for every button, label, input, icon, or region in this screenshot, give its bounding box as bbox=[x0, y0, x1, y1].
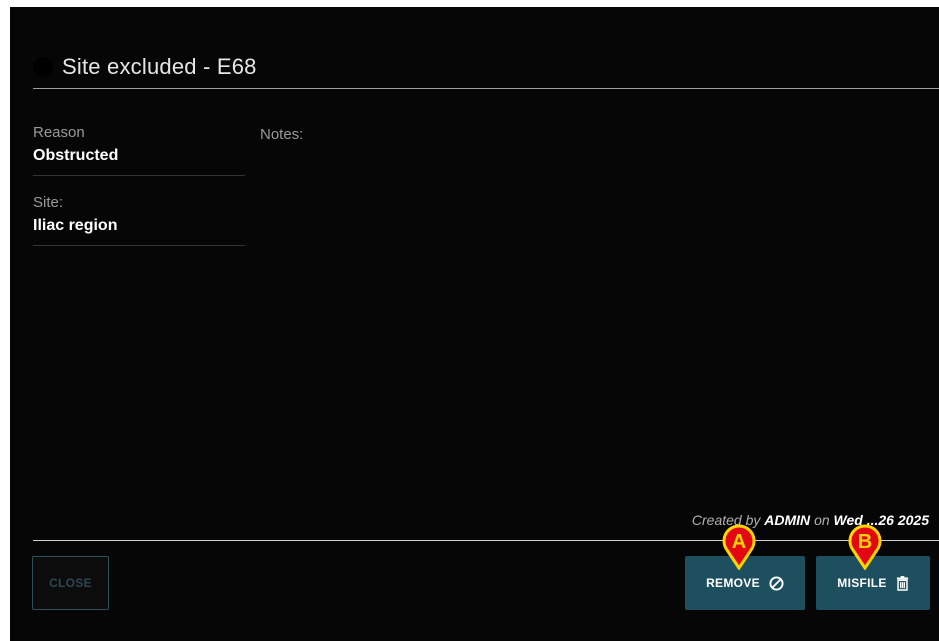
close-button[interactable]: CLOSE bbox=[32, 556, 109, 610]
dialog-header: Site excluded - E68 bbox=[33, 47, 939, 87]
footer-divider bbox=[33, 540, 939, 541]
marker-a-map-pin-icon: A bbox=[722, 524, 756, 570]
marker-a-label: A bbox=[732, 531, 746, 553]
site-excluded-dialog: Site excluded - E68 Reason Obstructed Si… bbox=[10, 7, 939, 641]
site-field: Site: Iliac region bbox=[33, 194, 245, 246]
misfile-button-label: MISFILE bbox=[837, 576, 887, 590]
site-label: Site: bbox=[33, 194, 64, 211]
reason-label: Reason bbox=[33, 124, 85, 141]
created-user: ADMIN bbox=[764, 512, 811, 528]
trash-icon bbox=[896, 575, 908, 591]
site-value: Iliac region bbox=[33, 217, 118, 234]
marker-b-map-pin-icon: B bbox=[848, 524, 882, 570]
reason-field: Reason Obstructed bbox=[33, 124, 245, 176]
prohibit-icon bbox=[769, 575, 784, 591]
reason-divider bbox=[33, 175, 245, 176]
reason-value: Obstructed bbox=[33, 147, 119, 164]
status-dot-icon bbox=[33, 57, 53, 77]
remove-button-label: REMOVE bbox=[706, 576, 760, 590]
notes-label: Notes: bbox=[260, 126, 304, 143]
created-on: on bbox=[814, 512, 830, 528]
marker-b-label: B bbox=[858, 531, 872, 553]
close-button-label: CLOSE bbox=[49, 576, 92, 590]
header-divider bbox=[33, 88, 939, 89]
site-divider bbox=[33, 245, 245, 246]
dialog-title: Site excluded - E68 bbox=[62, 54, 257, 79]
